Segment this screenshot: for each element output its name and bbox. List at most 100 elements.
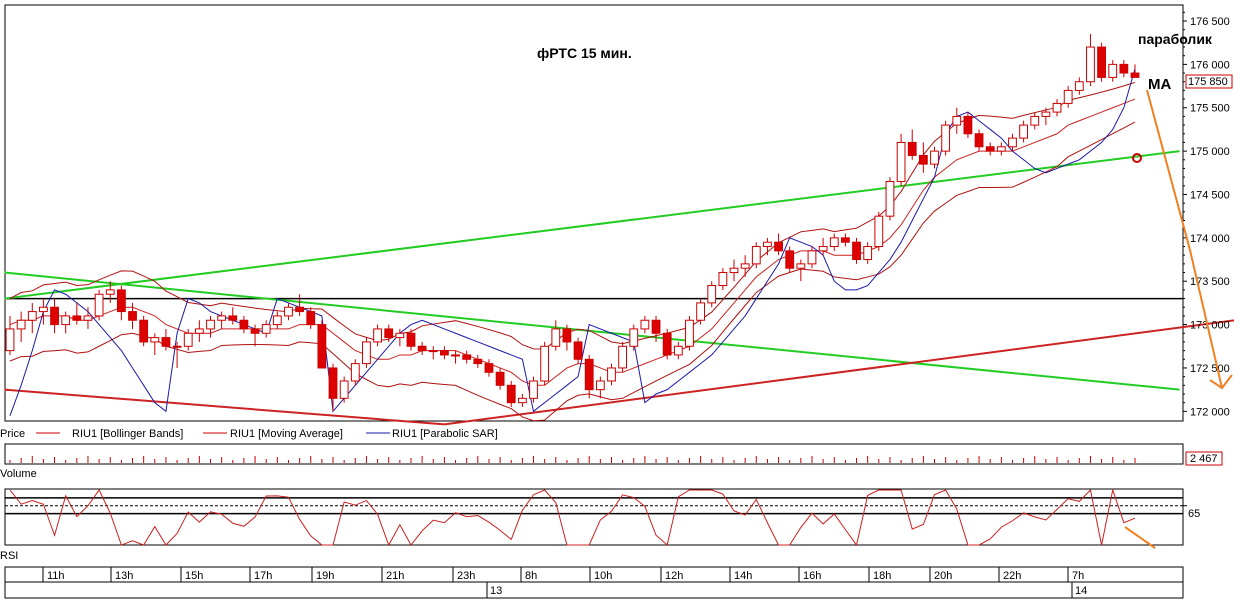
candle-body <box>551 328 561 347</box>
time-tick-label: 22h <box>1003 570 1021 582</box>
time-tick-label: 12h <box>665 570 683 582</box>
candle-body <box>629 328 639 347</box>
candle-body <box>930 150 939 165</box>
price-tick-label: 175 000 <box>1190 146 1230 158</box>
candle-body <box>618 345 628 369</box>
candle-body <box>61 315 71 326</box>
candle-body <box>94 293 104 317</box>
candle-body <box>595 380 605 391</box>
candle-body <box>1063 89 1073 104</box>
candle-body <box>918 154 928 165</box>
lower-red-trendline-left <box>4 388 445 426</box>
candle-body <box>417 345 427 352</box>
candle-body <box>27 311 37 321</box>
candle-body <box>941 124 951 152</box>
candle-body <box>1008 137 1017 148</box>
rsi-tick-label: 65 <box>1188 508 1200 520</box>
candle-body <box>16 319 26 330</box>
candle-body <box>673 345 683 356</box>
candle-body <box>517 397 527 404</box>
legend-sar-label: RIU1 [Parabolic SAR] <box>392 428 498 440</box>
candle-body <box>540 345 550 382</box>
candle-body <box>328 367 338 399</box>
price-tick-label: 174 500 <box>1190 189 1230 201</box>
candle-body <box>729 267 739 274</box>
candle-body <box>740 263 750 269</box>
candle-body <box>974 133 984 148</box>
candle-body <box>462 354 472 360</box>
candle-body <box>217 315 227 321</box>
candle-body <box>696 302 705 321</box>
candle-body <box>529 380 538 399</box>
candle-body <box>796 263 806 269</box>
candle-body <box>362 341 371 365</box>
candle-body <box>473 358 483 365</box>
time-tick-label: 10h <box>594 570 612 582</box>
candle-body <box>963 115 973 135</box>
candle-body <box>451 354 460 357</box>
time-tick-label: 13h <box>115 570 133 582</box>
candle-body <box>1074 81 1084 91</box>
candle-body <box>807 250 817 265</box>
candle-body <box>228 315 238 321</box>
rsi-panel <box>5 488 1187 547</box>
candle-body <box>306 311 316 326</box>
candle-body <box>339 380 349 399</box>
candle-body <box>39 306 48 313</box>
candle-body <box>272 315 282 326</box>
touch-marker <box>1132 153 1142 163</box>
candle-body <box>406 332 416 347</box>
candle-body <box>50 306 59 326</box>
time-tick-label: 11h <box>47 570 65 582</box>
candle-body <box>607 367 616 382</box>
candle-body <box>707 285 717 304</box>
candle-body <box>1130 72 1140 78</box>
candle-body <box>1019 124 1029 139</box>
volume-bars <box>9 456 1136 463</box>
candle-body <box>172 345 182 348</box>
candle-body <box>1030 115 1040 126</box>
time-tick-label: 20h <box>934 570 952 582</box>
legend-bollinger-label: RIU1 [Bollinger Bands] <box>72 428 183 440</box>
time-tick-label: 7h <box>1072 570 1084 582</box>
candle-body <box>495 371 505 386</box>
candle-body <box>116 289 126 313</box>
time-tick-label: 18h <box>873 570 891 582</box>
current-price-label: 175 850 <box>1188 76 1228 88</box>
legend: Price RIU1 [Bollinger Bands] RIU1 [Movin… <box>0 428 498 440</box>
time-tick-label: 21h <box>386 570 404 582</box>
price-tick-label: 172 000 <box>1190 406 1230 418</box>
candle-body <box>506 384 516 404</box>
candle-body <box>1108 63 1118 78</box>
candle-body <box>440 350 449 356</box>
time-tick-label: 8h <box>525 570 537 582</box>
candle-body <box>105 289 115 295</box>
candle-body <box>874 215 884 248</box>
rising-green-trendline <box>4 150 1180 300</box>
candle-body <box>5 328 15 352</box>
candle-body <box>317 324 327 369</box>
candle-body <box>1041 111 1051 117</box>
candle-body <box>774 241 783 252</box>
candle-body <box>685 319 694 347</box>
candle-body <box>996 146 1006 152</box>
candle-body <box>295 306 305 313</box>
price-tick-label: 172 500 <box>1190 363 1230 375</box>
trendlines <box>4 150 1234 426</box>
candle-body <box>128 311 137 321</box>
bollinger-lower-band <box>9 121 1136 422</box>
price-tick-label: 173 000 <box>1190 320 1230 332</box>
day-tick-label: 14 <box>1075 585 1087 597</box>
candle-body <box>1052 102 1062 113</box>
time-tick-label: 14h <box>734 570 752 582</box>
candle-body <box>896 141 906 182</box>
candle-body <box>373 328 382 343</box>
moving-average-line <box>9 98 1136 386</box>
parabolic-annotation: параболик <box>1138 31 1213 47</box>
candle-body <box>573 341 583 360</box>
candle-body <box>718 272 728 287</box>
candle-body <box>284 306 293 317</box>
ma-annotation: МА <box>1148 76 1171 93</box>
volume-label: Volume <box>0 468 37 480</box>
candle-body <box>139 319 149 343</box>
